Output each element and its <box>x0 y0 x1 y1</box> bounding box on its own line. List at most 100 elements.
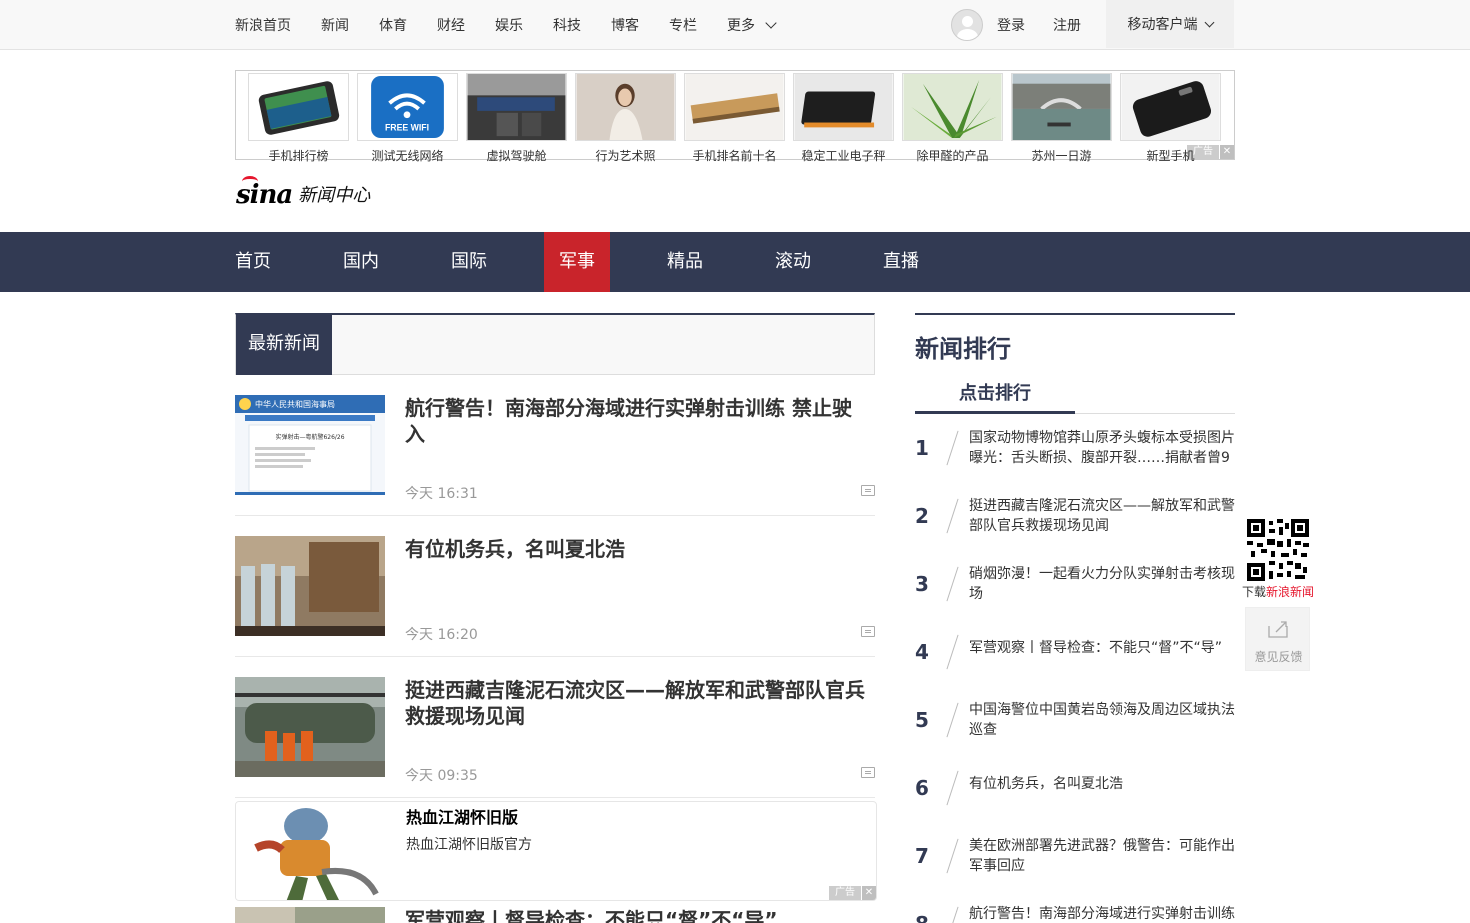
plant-image <box>902 73 1003 141</box>
game-ad-image <box>236 802 386 900</box>
top-nav-sports[interactable]: 体育 <box>379 15 407 35</box>
sina-logo-icon: sina <box>236 176 293 210</box>
user-area: 登录 注册 <box>951 0 1109 50</box>
cockpit-image <box>466 73 567 141</box>
thumb-doc-title: 实弹射击—粤航警626/26 <box>275 433 344 441</box>
login-link[interactable]: 登录 <box>997 15 1025 35</box>
rank-divider <box>946 566 959 602</box>
top-nav-column[interactable]: 专栏 <box>669 15 697 35</box>
wifi-caption: FREE WIFI <box>385 122 429 132</box>
news-item[interactable]: 中华人民共和国海事局 实弹射击—粤航警626/26 航行警告！南海部分海域进行实… <box>235 395 875 516</box>
chevron-down-icon <box>765 17 777 29</box>
news-thumbnail[interactable] <box>235 536 385 636</box>
nav-home[interactable]: 首页 <box>220 232 286 292</box>
top-nav-more[interactable]: 更多 <box>727 15 777 35</box>
comment-icon[interactable] <box>861 767 875 778</box>
ad-item[interactable]: 稳定工业电子秤 <box>789 73 898 164</box>
top-nav-blog[interactable]: 博客 <box>611 15 639 35</box>
main-nav: 首页 国内 国际 军事 精品 滚动 直播 <box>0 232 1470 292</box>
top-nav-tech[interactable]: 科技 <box>553 15 581 35</box>
ad-item[interactable]: 手机排行榜 <box>244 73 353 164</box>
close-icon[interactable]: ✕ <box>1220 145 1234 159</box>
app-name: 新浪新闻 <box>1266 585 1315 599</box>
close-icon[interactable]: ✕ <box>862 886 876 900</box>
news-title[interactable]: 航行警告！南海部分海域进行实弹射击训练 禁止驶入 <box>405 395 865 447</box>
download-app-text[interactable]: 下载新浪新闻 <box>1238 583 1318 600</box>
rank-divider <box>946 906 959 923</box>
new-phone-image <box>1120 73 1221 141</box>
download-label: 下载 <box>1241 585 1266 599</box>
ad-badge-label: 广告 <box>829 886 861 900</box>
ranking-item[interactable]: 7 美在欧洲部署先进武器？俄警告：可能作出军事回应 <box>915 834 1235 902</box>
ad-title[interactable]: 热血江湖怀旧版 <box>406 804 518 828</box>
news-item[interactable]: 有位机务兵，名叫夏北浩 今天 16:20 <box>235 536 875 657</box>
ad-item[interactable]: 除甲醛的产品 <box>898 73 1007 164</box>
top-nav-home[interactable]: 新浪首页 <box>235 15 291 35</box>
ad-item-label: 虚拟驾驶舱 <box>486 149 547 163</box>
news-item[interactable]: 挺进西藏吉隆泥石流灾区——解放军和武警部队官兵救援现场见闻 今天 09:35 <box>235 677 875 798</box>
avatar-icon[interactable] <box>951 9 983 41</box>
rank-number: 2 <box>915 504 929 528</box>
rank-number: 6 <box>915 776 929 800</box>
rank-title[interactable]: 硝烟弥漫！一起看火力分队实弹射击考核现场 <box>969 564 1239 604</box>
ranking-item[interactable]: 1 国家动物博物馆莽山原矛头蝮标本受损图片曝光：舌头断损、腹部开裂……捐献者曾9 <box>915 426 1235 494</box>
native-ad-card[interactable]: 热血江湖怀旧版 热血江湖怀旧版官方 广告 ✕ <box>235 801 877 901</box>
ad-item-label: 稳定工业电子秤 <box>801 149 886 163</box>
ranking-item[interactable]: 3 硝烟弥漫！一起看火力分队实弹射击考核现场 <box>915 562 1235 630</box>
qr-code-icon[interactable] <box>1247 519 1309 581</box>
news-title[interactable]: 有位机务兵，名叫夏北浩 <box>405 536 865 562</box>
rank-title[interactable]: 国家动物博物馆莽山原矛头蝮标本受损图片曝光：舌头断损、腹部开裂……捐献者曾9 <box>969 428 1239 468</box>
feedback-button[interactable]: 意见反馈 <box>1245 607 1310 671</box>
comment-icon[interactable] <box>861 485 875 496</box>
rank-title[interactable]: 航行警告！南海部分海域进行实弹射击训练 <box>969 904 1235 923</box>
ranking-item[interactable]: 2 挺进西藏吉隆泥石流灾区——解放军和武警部队官兵救援现场见闻 <box>915 494 1235 562</box>
nav-domestic[interactable]: 国内 <box>328 232 394 292</box>
latest-news-header: 最新新闻 <box>235 313 875 375</box>
rank-title[interactable]: 挺进西藏吉隆泥石流灾区——解放军和武警部队官兵救援现场见闻 <box>969 496 1239 536</box>
rank-divider <box>946 770 959 806</box>
wifi-image: FREE WIFI <box>357 73 458 141</box>
news-thumbnail[interactable] <box>235 677 385 777</box>
news-item[interactable]: 军营观察丨督导检查：不能只“督”不“导” <box>235 907 875 923</box>
ranking-item[interactable]: 5 中国海警位中国黄岩岛领海及周边区域执法巡查 <box>915 698 1235 766</box>
news-thumbnail[interactable]: 中华人民共和国海事局 实弹射击—粤航警626/26 <box>235 395 385 495</box>
news-title[interactable]: 挺进西藏吉隆泥石流灾区——解放军和武警部队官兵救援现场见闻 <box>405 677 865 729</box>
ad-item[interactable]: 行为艺术照 <box>571 73 680 164</box>
news-title[interactable]: 军营观察丨督导检查：不能只“督”不“导” <box>405 907 778 923</box>
top-nav-finance[interactable]: 财经 <box>437 15 465 35</box>
site-logo[interactable]: sina 新闻中心 <box>236 176 370 210</box>
nav-featured[interactable]: 精品 <box>652 232 718 292</box>
nav-international[interactable]: 国际 <box>436 232 502 292</box>
ad-item[interactable]: 虚拟驾驶舱 <box>462 73 571 164</box>
ranking-item[interactable]: 4 军营观察丨督导检查：不能只“督”不“导” <box>915 630 1235 698</box>
rank-title[interactable]: 有位机务兵，名叫夏北浩 <box>969 774 1239 794</box>
ad-item[interactable]: 手机排名前十名 <box>680 73 789 164</box>
rank-divider <box>946 634 959 670</box>
comment-icon[interactable] <box>861 626 875 637</box>
ad-item[interactable]: FREE WIFI 测试无线网络 <box>353 73 462 164</box>
tab-click-ranking[interactable]: 点击排行 <box>915 376 1075 414</box>
nav-live[interactable]: 直播 <box>868 232 934 292</box>
register-link[interactable]: 注册 <box>1053 15 1081 35</box>
ad-item[interactable]: 苏州一日游 <box>1007 73 1116 164</box>
nav-rolling[interactable]: 滚动 <box>760 232 826 292</box>
top-bar: 新浪首页 新闻 体育 财经 娱乐 科技 博客 专栏 更多 登录 注册 移动客户端 <box>0 0 1470 50</box>
rank-divider <box>946 430 959 466</box>
news-ranking-header: 新闻排行 <box>915 313 1235 364</box>
news-thumbnail[interactable] <box>235 907 385 923</box>
rank-title[interactable]: 军营观察丨督导检查：不能只“督”不“导” <box>969 638 1239 658</box>
portrait-image <box>575 73 676 141</box>
rank-divider <box>946 702 959 738</box>
ranking-item[interactable]: 8 航行警告！南海部分海域进行实弹射击训练 <box>915 902 1235 923</box>
mobile-client-dropdown[interactable]: 移动客户端 <box>1106 0 1234 48</box>
top-nav-more-label: 更多 <box>727 18 755 34</box>
rank-title[interactable]: 美在欧洲部署先进武器？俄警告：可能作出军事回应 <box>969 836 1239 876</box>
ad-item-label: 除甲醛的产品 <box>916 149 989 163</box>
tab-latest-news[interactable]: 最新新闻 <box>236 315 332 375</box>
top-nav-news[interactable]: 新闻 <box>321 15 349 35</box>
thumb-site-header: 中华人民共和国海事局 <box>255 399 335 409</box>
rank-title[interactable]: 中国海警位中国黄岩岛领海及周边区域执法巡查 <box>969 700 1239 740</box>
nav-military[interactable]: 军事 <box>544 232 610 292</box>
top-nav-ent[interactable]: 娱乐 <box>495 15 523 35</box>
ranking-item[interactable]: 6 有位机务兵，名叫夏北浩 <box>915 766 1235 834</box>
